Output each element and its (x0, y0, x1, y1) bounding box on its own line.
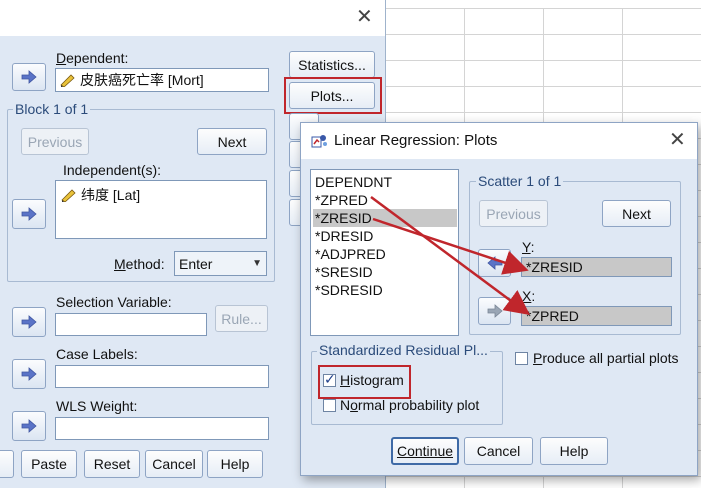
zresid-to-y-arrow (372, 217, 529, 275)
annotation-arrows (370, 195, 531, 315)
zpred-to-x-arrow (370, 195, 531, 315)
